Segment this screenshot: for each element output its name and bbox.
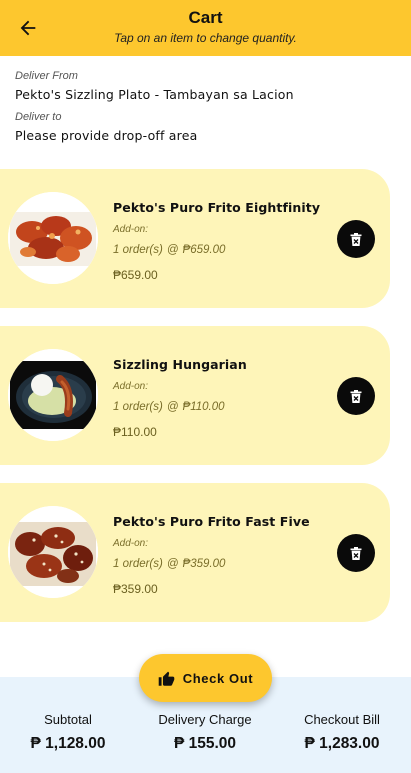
food-photo — [8, 349, 98, 441]
deliver-to-value[interactable]: Please provide drop-off area — [15, 128, 405, 143]
item-quantity-line: 1 order(s) @ ₱110.00 — [113, 401, 225, 413]
item-name: Sizzling Hungarian — [113, 357, 247, 372]
cart-item[interactable]: Pekto's Puro Frito Fast Five Add-on: 1 o… — [0, 483, 390, 622]
item-unit-price: ₱359.00 — [182, 558, 226, 570]
trash-icon — [350, 232, 362, 246]
deliver-from-value: Pekto's Sizzling Plato - Tambayan sa Lac… — [15, 87, 294, 102]
delete-item-button[interactable] — [337, 220, 375, 258]
item-quantity: 1 order(s) — [113, 401, 163, 413]
item-unit-price: ₱659.00 — [182, 244, 226, 256]
addon-label: Add-on: — [113, 538, 149, 549]
item-total: ₱359.00 — [113, 582, 158, 596]
item-quantity: 1 order(s) — [113, 244, 163, 256]
deliver-to-block[interactable]: Deliver to Please provide drop-off area — [15, 111, 405, 143]
addon-label: Add-on: — [113, 224, 149, 235]
addon-label: Add-on: — [113, 381, 149, 392]
delete-item-button[interactable] — [337, 377, 375, 415]
item-quantity-line: 1 order(s) @ ₱659.00 — [113, 244, 225, 256]
checkout-label: Check Out — [182, 670, 254, 686]
trash-icon — [350, 546, 362, 560]
delivery-charge-label: Delivery Charge — [158, 712, 252, 727]
item-total: ₱659.00 — [113, 268, 158, 282]
delivery-info: Deliver From Pekto's Sizzling Plato - Ta… — [15, 70, 405, 143]
thumbs-up-icon — [158, 671, 175, 686]
item-name: Pekto's Puro Frito Fast Five — [113, 514, 310, 529]
item-unit-price: ₱110.00 — [182, 401, 225, 413]
item-quantity: 1 order(s) — [113, 558, 163, 570]
checkout-bill-label: Checkout Bill — [304, 712, 380, 727]
checkout-bill-column: Checkout Bill ₱ 1,283.00 — [272, 712, 411, 753]
at-symbol: @ — [166, 401, 179, 413]
subtotal-column: Subtotal ₱ 1,128.00 — [0, 712, 138, 753]
cart-item[interactable]: Pekto's Puro Frito Eightfinity Add-on: 1… — [0, 169, 390, 308]
item-name: Pekto's Puro Frito Eightfinity — [113, 200, 321, 215]
checkout-bill-value: ₱ 1,283.00 — [304, 735, 380, 752]
item-total: ₱110.00 — [113, 425, 157, 439]
deliver-to-label: Deliver to — [15, 111, 62, 123]
trash-icon — [350, 389, 362, 403]
deliver-from-label: Deliver From — [15, 70, 78, 82]
food-photo — [8, 506, 98, 598]
subtotal-label: Subtotal — [44, 712, 92, 727]
cart-item[interactable]: Sizzling Hungarian Add-on: 1 order(s) @ ₱1… — [0, 326, 390, 465]
delete-item-button[interactable] — [337, 534, 375, 572]
item-quantity-line: 1 order(s) @ ₱359.00 — [113, 558, 225, 570]
deliver-from-block: Deliver From Pekto's Sizzling Plato - Ta… — [15, 70, 405, 102]
delivery-charge-column: Delivery Charge ₱ 155.00 — [135, 712, 275, 753]
checkout-button[interactable]: Check Out — [139, 654, 272, 702]
app-header: Cart Tap on an item to change quantity. — [0, 0, 411, 56]
delivery-charge-value: ₱ 155.00 — [173, 735, 237, 752]
subtotal-value: ₱ 1,128.00 — [30, 735, 106, 752]
food-photo — [8, 192, 98, 284]
page-title: Cart — [188, 8, 223, 27]
at-symbol: @ — [166, 558, 179, 570]
page-subtitle: Tap on an item to change quantity. — [114, 31, 297, 45]
cart-screen: Cart Tap on an item to change quantity. … — [0, 0, 411, 773]
at-symbol: @ — [166, 244, 179, 256]
